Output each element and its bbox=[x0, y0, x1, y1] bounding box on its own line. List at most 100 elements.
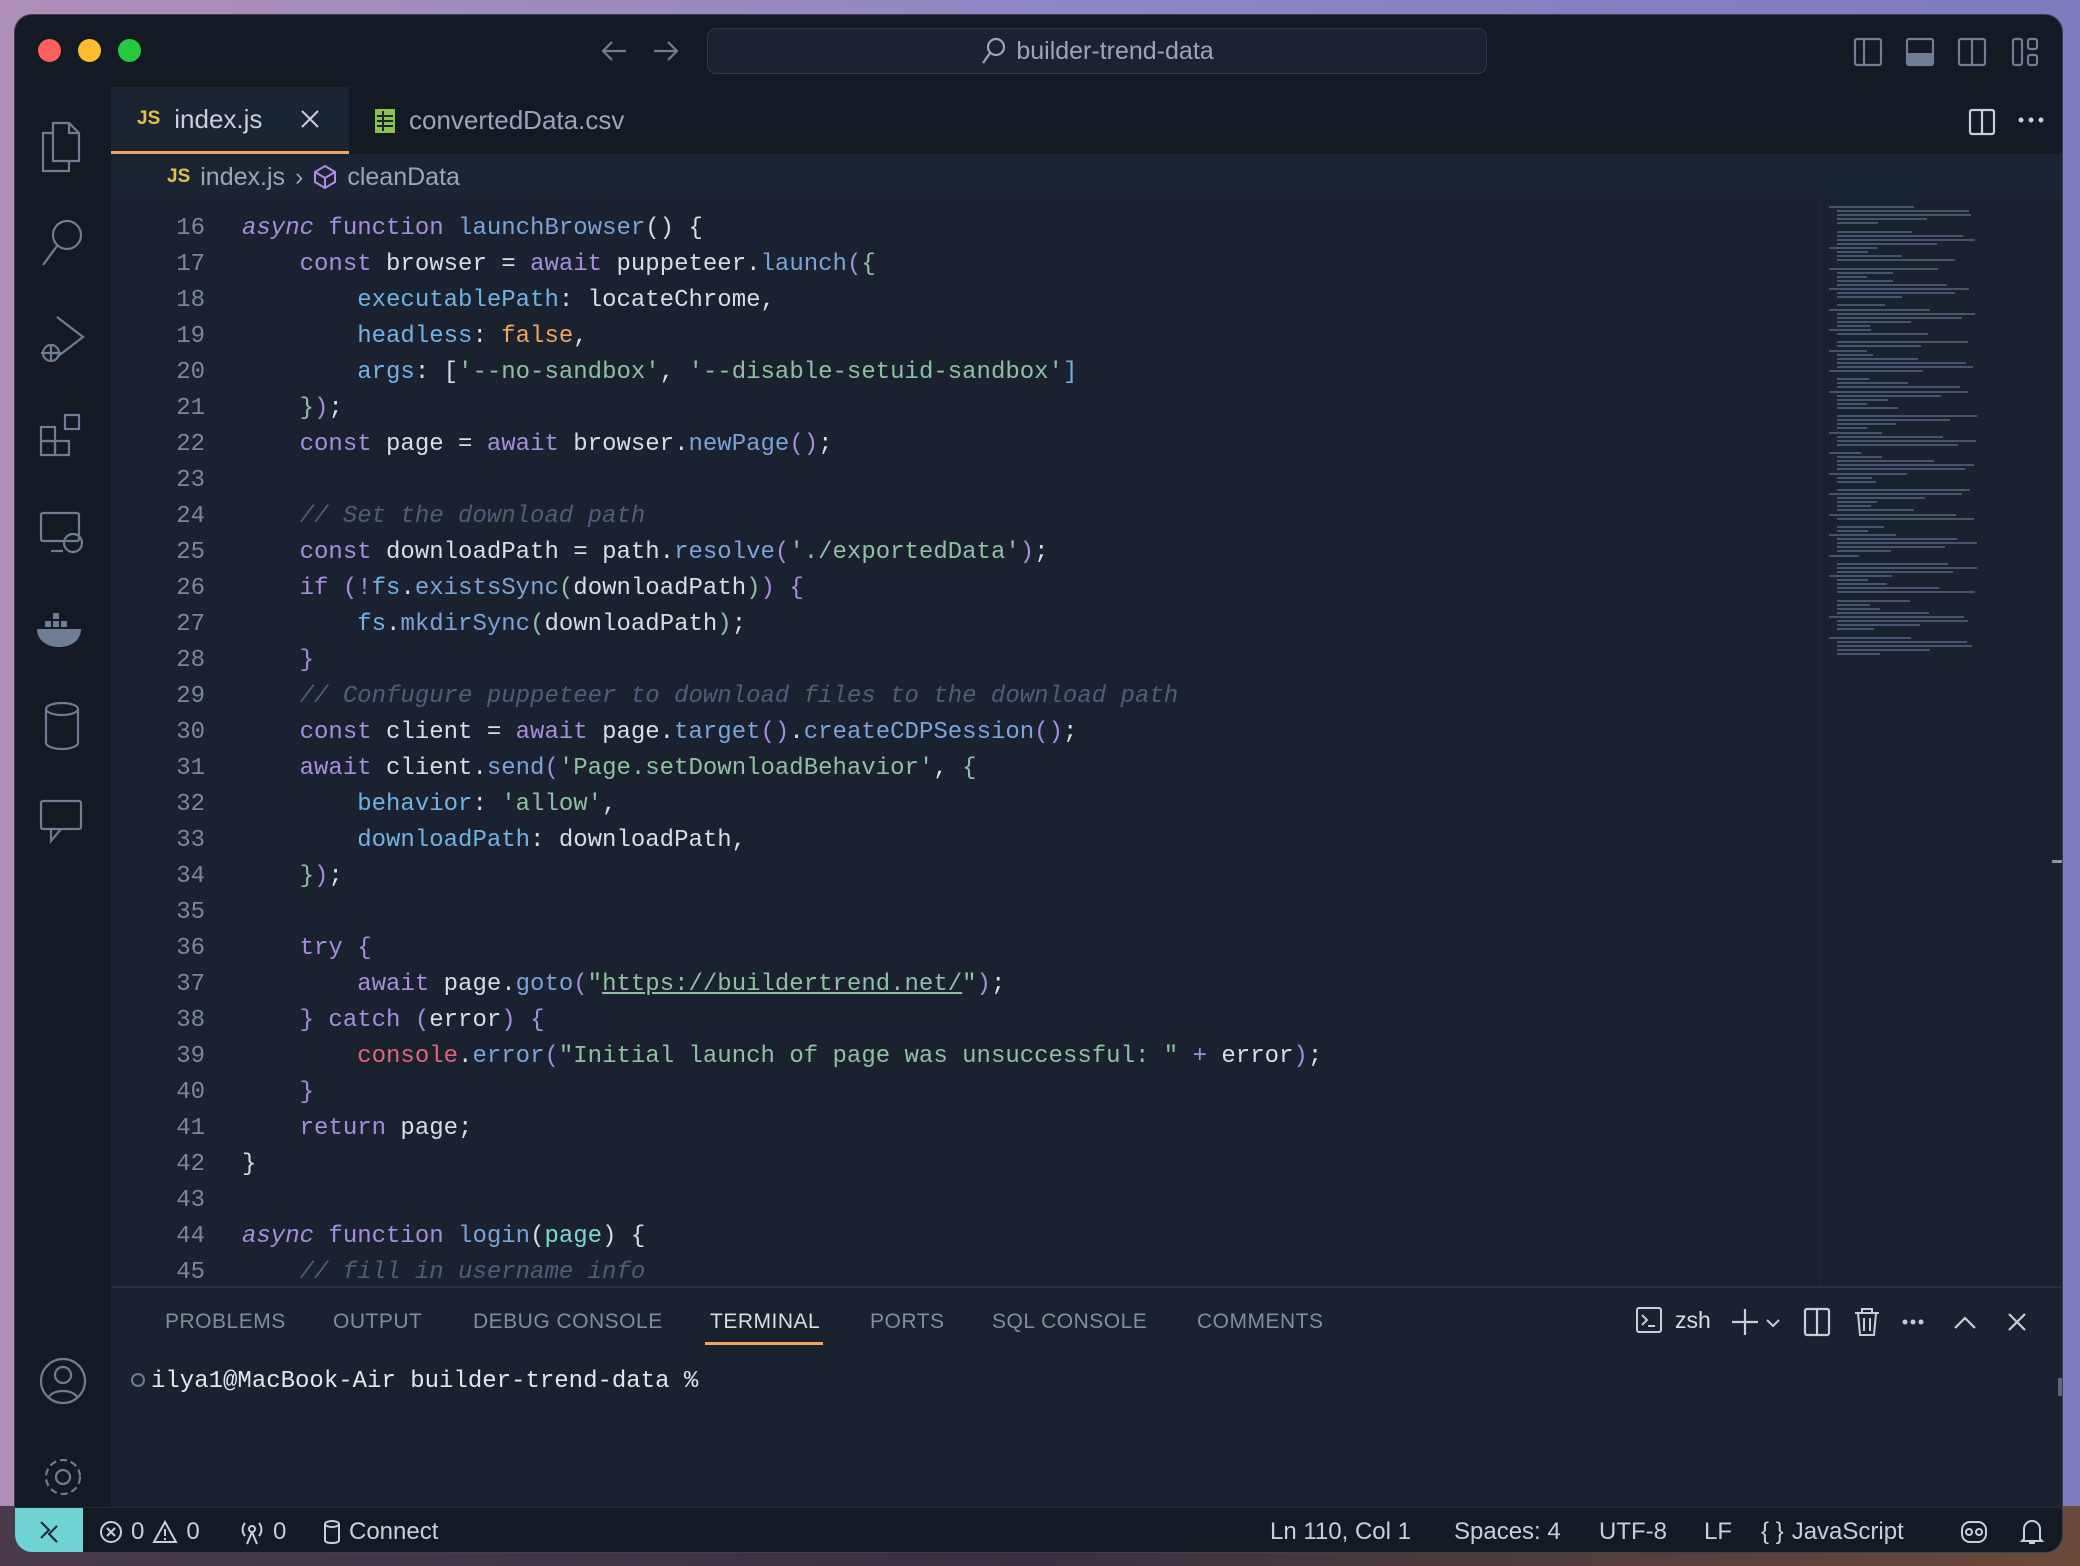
connect-button[interactable]: Connect bbox=[323, 1508, 438, 1552]
comments-icon[interactable] bbox=[37, 795, 87, 851]
code-token: ( bbox=[774, 539, 790, 566]
code-token: { bbox=[861, 251, 876, 278]
tab-converteddata-csv[interactable]: convertedData.csv bbox=[349, 87, 624, 154]
problems-status[interactable]: 0 0 bbox=[99, 1508, 200, 1552]
code-token: } bbox=[299, 395, 315, 422]
minimap-line bbox=[1837, 398, 1888, 401]
language-mode[interactable]: { } JavaScript bbox=[1761, 1508, 1904, 1552]
forward-arrow-icon[interactable] bbox=[651, 37, 681, 65]
code-token: () { bbox=[645, 215, 703, 242]
code-token: catch bbox=[328, 1007, 401, 1034]
minimap-line bbox=[1837, 259, 1956, 262]
extensions-icon[interactable] bbox=[37, 411, 87, 467]
code-text: } catch (error) { bbox=[242, 1003, 545, 1039]
tab-index-js[interactable]: JS index.js bbox=[111, 87, 349, 154]
code-token: ] bbox=[1062, 359, 1078, 386]
encoding[interactable]: UTF-8 bbox=[1599, 1508, 1667, 1552]
accounts-icon[interactable] bbox=[37, 1355, 89, 1407]
cursor-position[interactable]: Ln 110, Col 1 bbox=[1270, 1508, 1411, 1552]
code-token: , bbox=[573, 323, 588, 350]
breadcrumb-symbol[interactable]: cleanData bbox=[347, 163, 460, 192]
table-icon bbox=[375, 108, 395, 133]
error-icon bbox=[100, 1520, 122, 1543]
code-editor[interactable]: 1516async function launchBrowser() {17 c… bbox=[111, 200, 2062, 1286]
split-editor-icon[interactable] bbox=[1967, 107, 1997, 137]
minimap-line bbox=[1837, 480, 1877, 483]
line-number: 40 bbox=[176, 1079, 205, 1106]
minimap-line bbox=[1829, 206, 1914, 208]
chevron-down-icon bbox=[1766, 1319, 1780, 1328]
panel-tab-terminal[interactable]: TERMINAL bbox=[710, 1310, 820, 1334]
code-token: } bbox=[299, 647, 315, 674]
warning-count: 0 bbox=[186, 1517, 200, 1545]
ports-status[interactable]: 0 bbox=[239, 1508, 286, 1552]
copilot-icon[interactable] bbox=[1959, 1518, 1989, 1546]
terminal-scrollbar[interactable] bbox=[2058, 1378, 2062, 1396]
minimap-line bbox=[1829, 616, 1965, 618]
explorer-icon[interactable] bbox=[37, 119, 87, 175]
settings-gear-icon[interactable] bbox=[37, 1451, 89, 1503]
code-token: error bbox=[1207, 1043, 1294, 1070]
remote-indicator-button[interactable] bbox=[15, 1508, 83, 1552]
minimap-line bbox=[1837, 435, 1944, 438]
code-token: downloadPath bbox=[357, 827, 531, 854]
command-center-search[interactable]: builder-trend-data bbox=[707, 28, 1487, 74]
panel-tab-output[interactable]: OUTPUT bbox=[333, 1310, 422, 1334]
minimize-window-button[interactable] bbox=[78, 39, 101, 62]
maximize-window-button[interactable] bbox=[118, 39, 141, 62]
notifications-bell-icon[interactable] bbox=[2019, 1517, 2045, 1547]
code-token: ; bbox=[1062, 719, 1078, 746]
code-token: "Initial launch of page was unsuccessful… bbox=[558, 1043, 1179, 1070]
close-tab-icon[interactable] bbox=[300, 109, 320, 129]
minimap-line bbox=[1829, 370, 1924, 372]
code-text: const client = await page.target().creat… bbox=[242, 715, 1078, 751]
minimap-line bbox=[1837, 365, 1973, 368]
close-window-button[interactable] bbox=[38, 39, 61, 62]
panel-tab-sql-console[interactable]: SQL CONSOLE bbox=[992, 1310, 1147, 1334]
remote-explorer-icon[interactable] bbox=[37, 507, 87, 563]
panel-tab-comments[interactable]: COMMENTS bbox=[1197, 1310, 1324, 1334]
breadcrumb-file[interactable]: index.js bbox=[200, 163, 285, 192]
code-token: false bbox=[501, 323, 574, 350]
code-token: headless bbox=[357, 323, 473, 350]
panel-tab-problems[interactable]: PROBLEMS bbox=[165, 1310, 286, 1334]
more-actions-icon[interactable] bbox=[2017, 115, 2047, 125]
end-of-line[interactable]: LF bbox=[1704, 1508, 1732, 1552]
indentation[interactable]: Spaces: 4 bbox=[1454, 1508, 1561, 1552]
code-token: () bbox=[1034, 719, 1063, 746]
terminal-output[interactable]: ilya1@MacBook-Air builder-trend-data % bbox=[131, 1368, 698, 1395]
minimap[interactable] bbox=[1820, 200, 2052, 1286]
line-number: 17 bbox=[176, 251, 205, 278]
terminal-shell-selector[interactable]: zsh bbox=[1635, 1306, 1711, 1334]
layout-controls[interactable] bbox=[1853, 37, 2043, 67]
panel-actions[interactable] bbox=[1731, 1306, 2063, 1338]
code-text: async function login(page) { bbox=[242, 1219, 645, 1255]
minimap-line bbox=[1837, 624, 1920, 627]
minimap-line bbox=[1837, 427, 1868, 430]
minimap-line bbox=[1829, 431, 1882, 434]
code-token: () bbox=[760, 719, 790, 746]
panel-tab-ports[interactable]: PORTS bbox=[870, 1310, 944, 1334]
code-token: { bbox=[357, 935, 372, 962]
database-icon[interactable] bbox=[37, 699, 87, 755]
minimap-line bbox=[1837, 583, 1887, 586]
back-arrow-icon[interactable] bbox=[599, 37, 629, 65]
tab-label: index.js bbox=[174, 103, 263, 134]
minimap-line bbox=[1837, 361, 1967, 364]
run-and-debug-icon[interactable] bbox=[37, 313, 87, 369]
code-token: " bbox=[962, 971, 977, 998]
line-number: 41 bbox=[176, 1115, 205, 1142]
search-icon[interactable] bbox=[37, 215, 87, 271]
panel-tab-debug-console[interactable]: DEBUG CONSOLE bbox=[473, 1310, 663, 1334]
line-number: 34 bbox=[176, 863, 205, 890]
scrollbar-thumb[interactable] bbox=[2052, 860, 2062, 863]
code-token: { bbox=[789, 575, 804, 602]
docker-icon[interactable] bbox=[33, 603, 89, 659]
line-number: 21 bbox=[176, 395, 205, 422]
minimap-line bbox=[1837, 456, 1883, 459]
line-number: 16 bbox=[176, 215, 205, 242]
